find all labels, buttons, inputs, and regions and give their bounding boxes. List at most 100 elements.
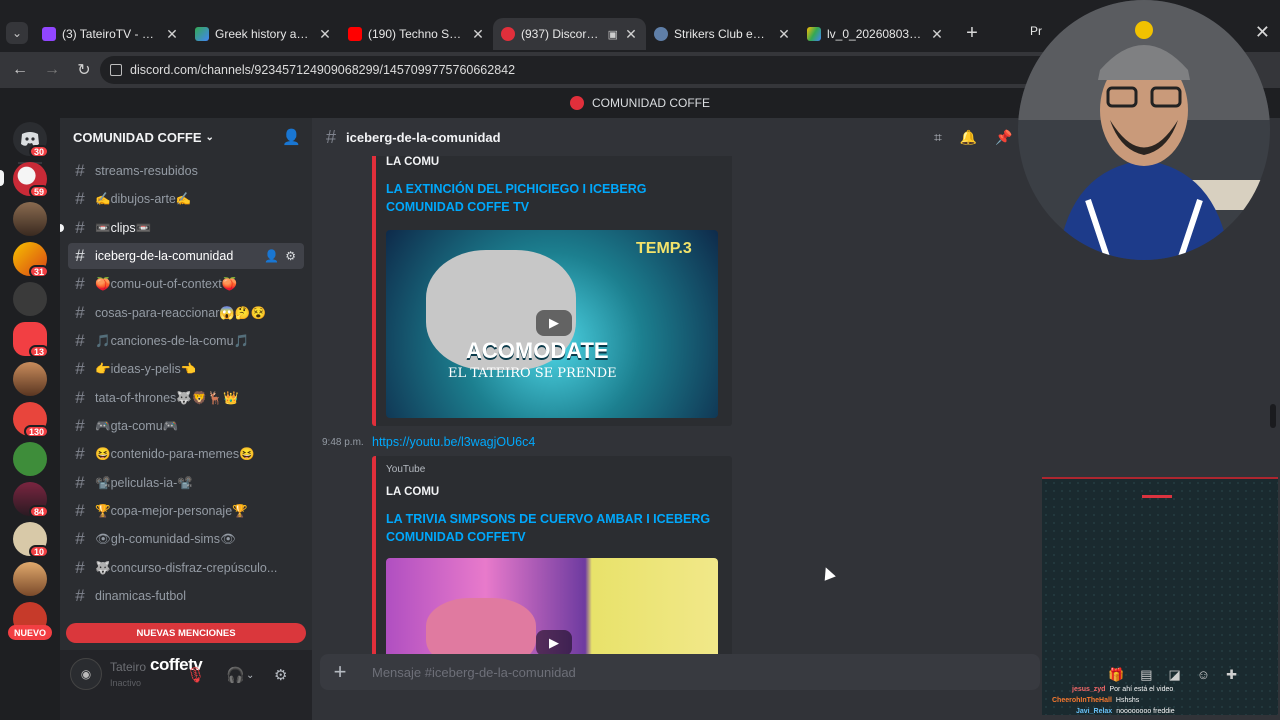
invite-people-icon[interactable]: 👤	[282, 128, 301, 146]
hash-icon: #	[75, 331, 85, 350]
close-tab-icon[interactable]: ✕	[777, 26, 791, 43]
channel-dinamicas-futbol[interactable]: # dinamicas-futbol	[68, 583, 304, 609]
youtube-embed: YouTube LA COMU LA TRIVIA SIMPSONS DE CU…	[372, 456, 732, 656]
emoji-icon: ☺	[1196, 667, 1211, 682]
back-arrow-icon[interactable]: ←	[4, 56, 36, 84]
stream-chat-line: CheerohInTheHall Hshshs	[1052, 697, 1140, 704]
scrollbar[interactable]	[1270, 404, 1276, 428]
server-icon[interactable]: 13	[13, 322, 49, 358]
hash-icon: #	[75, 473, 85, 492]
server-icon[interactable]: 31	[13, 242, 49, 278]
threads-icon[interactable]: ⌗	[934, 129, 942, 146]
channel-iceberg-de-la-comunidad[interactable]: # iceberg-de-la-comunidad 👤 ⚙	[68, 243, 304, 269]
chevron-down-icon[interactable]: ⌄	[246, 670, 254, 681]
user-panel: ◉ Tateiro Inactivo coffetv 🎙 🎧 ⌄ ⚙	[60, 650, 312, 720]
unread-badge: 84	[28, 505, 49, 518]
close-tab-icon[interactable]: ✕	[471, 26, 485, 43]
play-icon[interactable]: ▶	[536, 630, 572, 656]
add-attachment-icon[interactable]: +	[320, 659, 360, 685]
composer-placeholder: Mensaje #iceberg-de-la-comunidad	[372, 664, 576, 680]
close-tab-icon[interactable]: ✕	[318, 26, 332, 43]
server-icon[interactable]: 10	[13, 522, 49, 558]
channel-ideas-y-pelis[interactable]: # 👉ideas-y-pelis👈	[68, 356, 304, 382]
server-icon[interactable]	[13, 202, 47, 236]
embed-title-link[interactable]: LA EXTINCIÓN DEL PICHICIEGO I ICEBERG CO…	[386, 180, 726, 216]
server-icon[interactable]	[13, 442, 47, 476]
hash-icon: #	[75, 558, 85, 577]
close-tab-icon[interactable]: ✕	[624, 26, 638, 43]
channel-gta-comu[interactable]: # 🎮gta-comu🎮	[68, 413, 304, 439]
headphones-icon[interactable]: 🎧	[226, 666, 245, 684]
browser-tab-active[interactable]: (937) Discord | # ▣ ✕	[493, 18, 646, 50]
message-link[interactable]: https://youtu.be/l3wagjOU6c4	[372, 435, 535, 449]
embed-title-link[interactable]: LA TRIVIA SIMPSONS DE CUERVO AMBAR I ICE…	[386, 510, 726, 546]
unread-badge: 130	[23, 425, 49, 438]
server-icon-comunidad[interactable]: 59	[13, 162, 49, 198]
twitch-icon	[42, 27, 56, 41]
browser-tab[interactable]: Greek history and mi ✕	[187, 18, 340, 50]
embed-author[interactable]: LA COMU	[386, 486, 439, 498]
close-tab-icon[interactable]: ✕	[165, 26, 179, 43]
browser-tab[interactable]: lv_0_20260803184631 ✕	[799, 18, 952, 50]
server-icon[interactable]: 84	[13, 482, 49, 518]
unread-indicator	[60, 224, 64, 232]
server-rail: 30 59 31 13 130 84 10 NUEVO	[0, 118, 60, 720]
server-icon[interactable]	[13, 282, 47, 316]
invite-icon[interactable]: 👤	[264, 249, 279, 263]
channel-peliculas-ia[interactable]: # 📽️peliculas-ia-📽️	[68, 470, 304, 496]
gear-icon[interactable]: ⚙	[285, 249, 296, 263]
channel-gh-comunidad-sims[interactable]: # 👁gh-comunidad-sims👁	[68, 526, 304, 552]
user-status: Inactivo	[110, 678, 142, 688]
new-mentions-button[interactable]: NUEVAS MENCIONES	[66, 623, 306, 643]
browser-tab[interactable]: Strikers Club en Stea ✕	[646, 18, 799, 50]
server-icon[interactable]: 130	[13, 402, 49, 438]
user-avatar[interactable]: ◉	[70, 658, 102, 690]
close-tab-icon[interactable]: ✕	[930, 26, 944, 43]
drive-icon	[807, 27, 821, 41]
channel-tata-of-thrones[interactable]: # tata-of-thrones🐺🦁🦌👑	[68, 385, 304, 411]
new-tab-button[interactable]: +	[958, 19, 986, 47]
tab-search-button[interactable]: ⌄	[6, 22, 28, 44]
youtube-icon	[348, 27, 362, 41]
gear-icon[interactable]: ⚙	[274, 666, 287, 684]
new-servers-pill[interactable]: NUEVO	[8, 625, 52, 640]
server-header[interactable]: COMUNIDAD COFFE ⌄	[60, 118, 312, 156]
channel-contenido-para-memes[interactable]: # 😆contenido-para-memes😆	[68, 441, 304, 467]
channel-streams-resubidos[interactable]: # streams-resubidos	[68, 158, 304, 184]
browser-tab[interactable]: (190) Techno Syndror ✕	[340, 18, 493, 50]
tab-list: (3) TateiroTV - Produ ✕ Greek history an…	[34, 18, 986, 50]
reload-icon[interactable]: ↻	[68, 56, 100, 84]
partial-tab-label[interactable]: Pr	[1030, 24, 1042, 38]
overlay-icon-row: 🎁 ▤ ◪ ☺ ✚	[1108, 667, 1237, 683]
message-composer[interactable]: + Mensaje #iceberg-de-la-comunidad	[320, 654, 1040, 690]
server-icon[interactable]	[13, 562, 47, 596]
discord-icon	[501, 27, 515, 41]
channel-concurso-disfraz[interactable]: # 🐺concurso-disfraz-crepúsculo...	[68, 555, 304, 581]
channel-dibujos-arte[interactable]: # ✍️dibujos-arte✍️	[68, 186, 304, 212]
site-info-icon[interactable]	[110, 64, 122, 76]
video-thumbnail[interactable]: ▶	[386, 558, 718, 656]
video-thumbnail[interactable]: TEMP.3 ACOMODATE EL TATEIRO SE PRENDE ▶	[386, 230, 718, 418]
browser-tab[interactable]: (3) TateiroTV - Produ ✕	[34, 18, 187, 50]
hash-icon: #	[75, 359, 85, 378]
mute-icon[interactable]: 🎙	[186, 666, 205, 684]
pin-icon[interactable]: 📌	[995, 129, 1012, 146]
thumbnail-subline: EL TATEIRO SE PRENDE	[448, 366, 617, 381]
channel-comu-out-of-context[interactable]: # 🍑comu-out-of-context🍑	[68, 271, 304, 297]
forward-arrow-icon[interactable]: →	[36, 56, 68, 84]
channel-copa-mejor-personaje[interactable]: # 🏆copa-mejor-personaje🏆	[68, 498, 304, 524]
channel-cosas-para-reaccionar[interactable]: # cosas-para-reaccionar😱🤔😵	[68, 300, 304, 326]
server-icon[interactable]	[13, 362, 47, 396]
play-icon[interactable]: ▶	[536, 310, 572, 336]
embed-author[interactable]: LA COMU	[386, 156, 439, 168]
server-selected-pill	[0, 170, 4, 186]
channel-clips[interactable]: # 📼clips📼	[60, 215, 304, 241]
channel-canciones-de-la-comu[interactable]: # 🎵canciones-de-la-comu🎵	[68, 328, 304, 354]
direct-messages-button[interactable]: 30	[13, 122, 49, 158]
bell-icon[interactable]: 🔔	[960, 129, 977, 146]
window-close-button[interactable]: ✕	[1255, 22, 1270, 43]
unread-badge: 31	[28, 265, 49, 278]
channel-tools: 👤 ⚙	[264, 249, 296, 263]
embed-provider[interactable]: YouTube	[386, 464, 425, 475]
overlay-accent	[1142, 495, 1172, 498]
